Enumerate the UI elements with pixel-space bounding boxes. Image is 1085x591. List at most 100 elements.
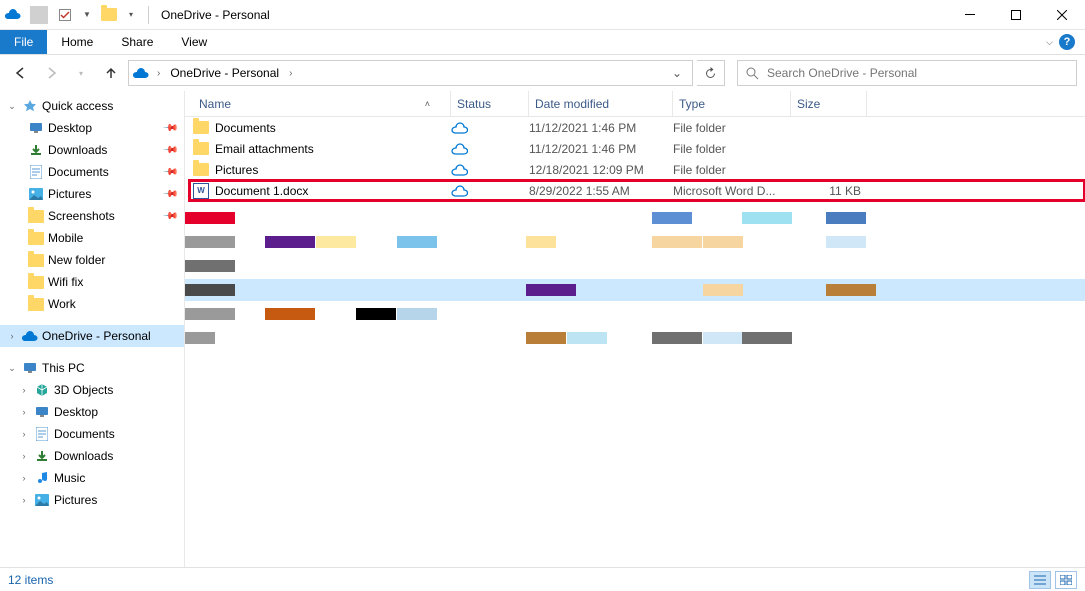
tab-share[interactable]: Share — [107, 30, 167, 54]
nav-onedrive[interactable]: › OneDrive - Personal — [0, 325, 184, 347]
chevron-right-icon[interactable]: › — [18, 495, 30, 505]
pictures-icon — [28, 186, 44, 202]
folder-icon — [193, 163, 209, 176]
chevron-right-icon[interactable]: › — [18, 429, 30, 439]
pin-icon: 📌 — [161, 164, 178, 181]
title-bar: ▼ ▾ OneDrive - Personal — [0, 0, 1085, 30]
help-button[interactable]: ? — [1059, 34, 1075, 50]
sidebar-item-label: Desktop — [54, 405, 98, 419]
sidebar-item[interactable]: › Pictures — [0, 489, 184, 511]
chevron-down-icon[interactable]: ⌄ — [6, 363, 18, 374]
redacted-block — [652, 236, 702, 248]
col-date[interactable]: Date modified — [529, 91, 673, 116]
chevron-right-icon[interactable]: › — [18, 451, 30, 461]
sidebar-item-label: Downloads — [54, 449, 113, 463]
breadcrumb-item[interactable]: OneDrive - Personal — [168, 66, 281, 80]
music-icon — [34, 470, 50, 486]
file-type: Microsoft Word D... — [673, 184, 791, 198]
file-row[interactable]: Documents11/12/2021 1:46 PMFile folder — [189, 117, 1085, 138]
sidebar-item[interactable]: ›Documents — [0, 423, 184, 445]
sidebar-item[interactable]: › Desktop — [0, 401, 184, 423]
chevron-right-icon[interactable]: › — [287, 68, 294, 79]
chevron-right-icon[interactable]: › — [18, 473, 30, 483]
onedrive-icon — [133, 68, 149, 79]
qat-checkbox-icon[interactable] — [56, 6, 74, 24]
redacted-row — [185, 207, 1085, 229]
sidebar-item[interactable]: Downloads 📌 — [0, 139, 184, 161]
qat-folder-icon[interactable] — [100, 6, 118, 24]
minimize-button[interactable] — [947, 0, 993, 30]
ribbon-expand-icon[interactable]: ⌵ — [1046, 37, 1053, 48]
sidebar-item[interactable]: ›Music — [0, 467, 184, 489]
chevron-right-icon[interactable]: › — [6, 331, 18, 341]
sidebar-item-label: Screenshots — [48, 209, 115, 223]
sidebar-item[interactable]: Desktop📌 — [0, 117, 184, 139]
address-bar[interactable]: › OneDrive - Personal › ⌄ — [128, 60, 693, 86]
sidebar-item[interactable]: New folder — [0, 249, 184, 271]
sidebar-item-label: Documents — [48, 165, 109, 179]
sidebar-item[interactable]: › Downloads — [0, 445, 184, 467]
icons-view-button[interactable] — [1055, 571, 1077, 589]
recent-dropdown[interactable]: ▾ — [68, 60, 94, 86]
file-type: File folder — [673, 163, 791, 177]
redacted-block — [703, 332, 743, 344]
sidebar-item[interactable]: Mobile — [0, 227, 184, 249]
sidebar-item-label: Downloads — [48, 143, 107, 157]
close-button[interactable] — [1039, 0, 1085, 30]
search-input[interactable] — [767, 66, 1068, 80]
file-name: Documents — [215, 121, 276, 135]
forward-button[interactable] — [38, 60, 64, 86]
chevron-right-icon[interactable]: › — [18, 407, 30, 417]
sidebar-item[interactable]: Work — [0, 293, 184, 315]
redacted-block — [356, 308, 396, 320]
tab-file[interactable]: File — [0, 30, 47, 54]
sidebar-item[interactable]: Screenshots📌 — [0, 205, 184, 227]
folder-icon — [28, 208, 44, 224]
col-status[interactable]: Status — [451, 91, 529, 116]
details-view-button[interactable] — [1029, 571, 1051, 589]
file-row[interactable]: Pictures12/18/2021 12:09 PMFile folder — [189, 159, 1085, 180]
search-box[interactable] — [737, 60, 1077, 86]
redacted-row — [185, 303, 1085, 325]
col-size[interactable]: Size — [791, 91, 867, 116]
file-row[interactable]: Email attachments11/12/2021 1:46 PMFile … — [189, 138, 1085, 159]
sidebar-item-label: 3D Objects — [54, 383, 113, 397]
chevron-right-icon[interactable]: › — [155, 68, 162, 79]
refresh-button[interactable] — [697, 60, 725, 86]
back-button[interactable] — [8, 60, 34, 86]
documents-icon — [34, 426, 50, 442]
status-bar: 12 items — [0, 567, 1085, 591]
file-type: File folder — [673, 121, 791, 135]
documents-icon — [28, 164, 44, 180]
sidebar-item[interactable]: Pictures📌 — [0, 183, 184, 205]
quick-access[interactable]: ⌄ Quick access — [0, 95, 184, 117]
sidebar-item-label: Pictures — [54, 493, 97, 507]
chevron-right-icon[interactable]: › — [18, 385, 30, 395]
redacted-block — [652, 332, 702, 344]
tab-home[interactable]: Home — [47, 30, 107, 54]
cloud-icon — [451, 185, 468, 197]
sidebar-item[interactable]: Documents 📌 — [0, 161, 184, 183]
address-dropdown-icon[interactable]: ⌄ — [666, 66, 688, 80]
sidebar-item[interactable]: › 3D Objects — [0, 379, 184, 401]
redacted-block — [742, 332, 792, 344]
qat-dropdown2-icon[interactable]: ▾ — [122, 6, 140, 24]
sidebar-item[interactable]: Wifi fix — [0, 271, 184, 293]
nav-thispc[interactable]: ⌄ This PC — [0, 357, 184, 379]
file-row[interactable]: WDocument 1.docx8/29/2022 1:55 AMMicroso… — [189, 180, 1085, 201]
maximize-button[interactable] — [993, 0, 1039, 30]
sidebar-item-label: Mobile — [48, 231, 83, 245]
file-size: 11 KB — [791, 184, 867, 198]
tab-view[interactable]: View — [167, 30, 221, 54]
chevron-down-icon[interactable]: ⌄ — [6, 101, 18, 112]
monitor-icon — [22, 360, 38, 376]
qat-dropdown-icon[interactable]: ▼ — [78, 6, 96, 24]
redacted-block — [826, 236, 866, 248]
nav-thispc-label: This PC — [42, 361, 85, 375]
redacted-block — [185, 332, 215, 344]
cloud-icon — [451, 143, 468, 155]
up-button[interactable] — [98, 60, 124, 86]
col-name[interactable]: Name˄ — [193, 91, 451, 116]
col-type[interactable]: Type — [673, 91, 791, 116]
pin-icon: 📌 — [161, 142, 178, 159]
